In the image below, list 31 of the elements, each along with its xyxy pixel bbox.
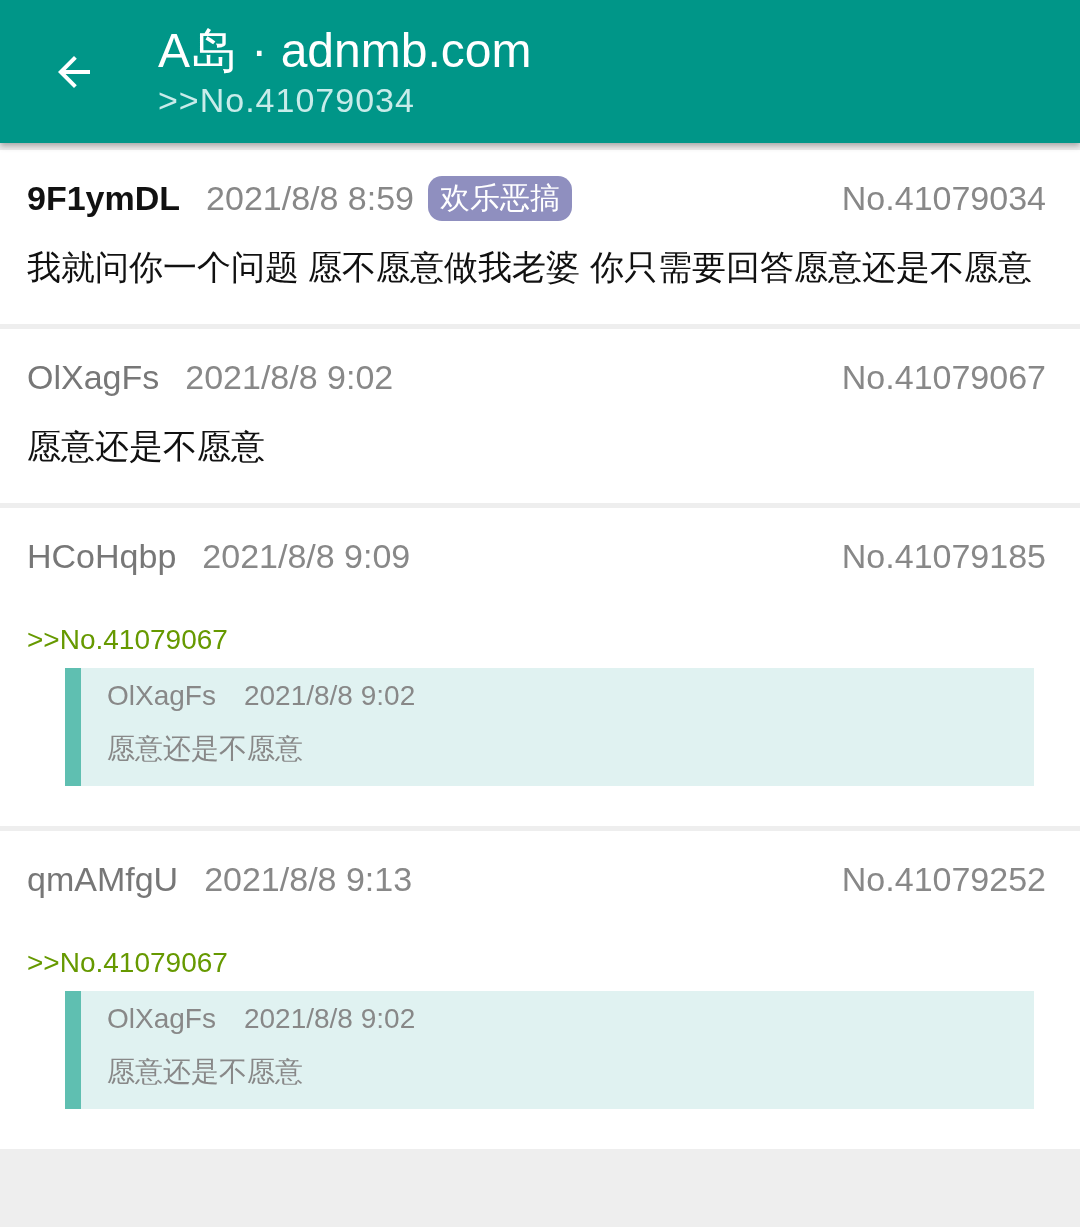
post-number: No.41079034 bbox=[841, 178, 1046, 218]
post-card[interactable]: qmAMfgU 2021/8/8 9:13 No.41079252 >>No.41079067 OlXagFs 2021/8/8 9:02 愿意还是不愿意 bbox=[0, 831, 1080, 1149]
reply-link[interactable]: >>No.41079067 bbox=[27, 947, 1046, 979]
quoted-content: 愿意还是不愿意 bbox=[107, 732, 304, 766]
app-title: A岛 · adnmb.com bbox=[158, 22, 532, 79]
reply-link[interactable]: >>No.41079067 bbox=[27, 624, 1046, 656]
post-number: No.41079252 bbox=[841, 859, 1046, 899]
post-time: 2021/8/8 9:09 bbox=[202, 536, 411, 576]
post-time: 2021/8/8 8:59 bbox=[206, 178, 415, 218]
quoted-time: 2021/8/8 9:02 bbox=[243, 680, 416, 712]
post-time: 2021/8/8 9:13 bbox=[204, 859, 413, 899]
quoted-post[interactable]: OlXagFs 2021/8/8 9:02 愿意还是不愿意 bbox=[65, 991, 1034, 1109]
user-id: 9F1ymDL bbox=[27, 178, 181, 218]
post-number: No.41079067 bbox=[841, 357, 1046, 397]
quoted-user-id: OlXagFs bbox=[107, 1003, 216, 1035]
quoted-content: 愿意还是不愿意 bbox=[107, 1055, 304, 1089]
quoted-time: 2021/8/8 9:02 bbox=[243, 1003, 416, 1035]
post-time: 2021/8/8 9:02 bbox=[185, 357, 394, 397]
user-id: HCoHqbp bbox=[27, 536, 177, 576]
user-id: OlXagFs bbox=[27, 357, 160, 397]
post-number: No.41079185 bbox=[841, 536, 1046, 576]
post-content: 我就问你一个问题 愿不愿意做我老婆 你只需要回答愿意还是不愿意 bbox=[27, 247, 1033, 288]
user-id: qmAMfgU bbox=[27, 859, 179, 899]
thread-number: >>No.41079034 bbox=[158, 79, 416, 121]
post-card[interactable]: HCoHqbp 2021/8/8 9:09 No.41079185 >>No.41079067 OlXagFs 2021/8/8 9:02 愿意还是不愿意 bbox=[0, 508, 1080, 826]
quoted-post[interactable]: OlXagFs 2021/8/8 9:02 愿意还是不愿意 bbox=[65, 668, 1034, 786]
post-content: 愿意还是不愿意 bbox=[27, 426, 266, 467]
forum-tag: 欢乐恶搞 bbox=[428, 175, 573, 221]
quoted-user-id: OlXagFs bbox=[107, 680, 216, 712]
post-card[interactable]: 9F1ymDL 2021/8/8 8:59 欢乐恶搞 No.41079034 我就问你一个问题 愿不愿意做我老婆 你只需要回答愿意还是不愿意 bbox=[0, 150, 1080, 324]
post-card[interactable]: OlXagFs 2021/8/8 9:02 No.41079067 愿意还是不愿意 bbox=[0, 329, 1080, 503]
